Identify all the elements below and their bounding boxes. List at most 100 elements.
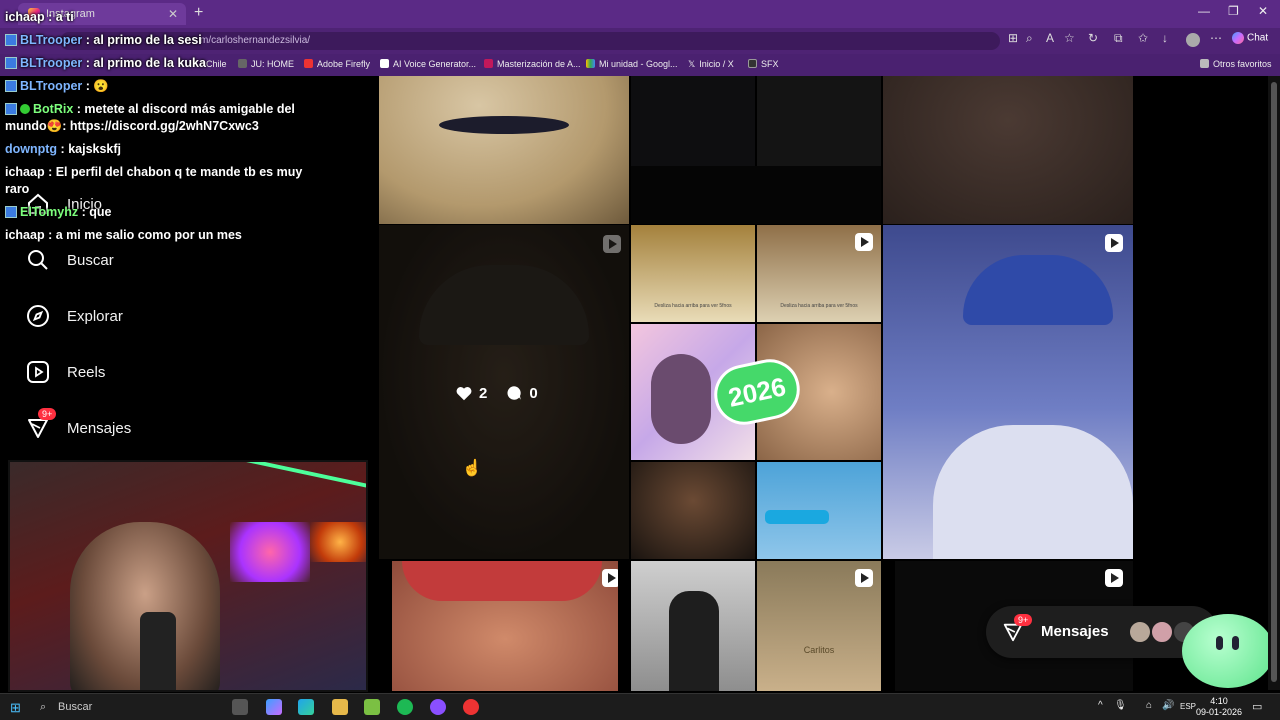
reel-icon	[602, 569, 618, 587]
copilot-icon[interactable]	[266, 699, 282, 715]
eye	[1232, 636, 1239, 650]
reel-tile[interactable]	[392, 561, 618, 691]
task-view-icon[interactable]	[232, 699, 248, 715]
compass-icon	[27, 305, 49, 327]
chat-text: a mi me salio como por un mes	[55, 228, 242, 242]
chat-username: ElTomyhz	[20, 205, 79, 219]
folder-icon	[748, 59, 757, 68]
sidebar-item-reels[interactable]: Reels	[26, 358, 105, 386]
spotify-icon[interactable]	[397, 699, 413, 715]
reel-icon	[603, 235, 621, 253]
sweater-shape	[933, 425, 1133, 559]
shirt-text: Carlitos	[803, 645, 835, 655]
reel-tile[interactable]	[883, 225, 1133, 559]
comment-icon	[507, 386, 522, 400]
chat-text: 😮	[93, 79, 109, 93]
bookmark-item[interactable]: 𝕏 Inicio / X	[688, 59, 734, 70]
discord-icon[interactable]	[430, 699, 446, 715]
chat-message: BotRix : metete al discord más amigable …	[5, 102, 295, 133]
fireplace-glow	[310, 522, 366, 562]
sidebar-item-buscar[interactable]: Buscar	[26, 246, 114, 274]
chat-text: al primo de la kuka	[93, 56, 206, 70]
sidebar-item-mensajes[interactable]: 9+ Mensajes	[26, 408, 131, 442]
sidebar-item-explorar[interactable]: Explorar	[26, 302, 123, 330]
post-tile[interactable]	[379, 76, 629, 224]
heart-icon	[456, 387, 472, 401]
chat-text: kajskskfj	[68, 142, 122, 156]
zoom-icon[interactable]: ⌕	[1026, 31, 1033, 46]
language-indicator[interactable]: ESP	[1180, 702, 1196, 711]
notification-icon[interactable]: ▭	[1252, 700, 1262, 713]
messages-badge: 9+	[1014, 614, 1033, 626]
chat-username: ichaap	[5, 10, 45, 24]
download-icon[interactable]: ↓	[1162, 31, 1168, 45]
bookmark-label: AI Voice Generator...	[393, 59, 477, 69]
scrollbar-thumb[interactable]	[1271, 82, 1277, 682]
refresh-icon[interactable]: ↻	[1088, 31, 1098, 45]
post-tile[interactable]	[631, 76, 755, 166]
bookmark-item[interactable]: Masterización de A...	[484, 59, 581, 69]
split-screen-icon[interactable]: ⧉	[1114, 31, 1123, 46]
likes-count: 2	[479, 384, 488, 402]
tray-chevron-icon[interactable]: ^	[1098, 700, 1103, 711]
favorites-icon[interactable]: ✩	[1138, 31, 1148, 45]
screen: Instagram ✕ + — ❐ ✕ m/carloshernandezsil…	[0, 0, 1280, 720]
post-tile[interactable]	[631, 462, 755, 559]
reel-tile[interactable]: Desliza hacia arriba para ver 5fnos	[631, 225, 755, 322]
chat-message: BLTrooper : 😮	[0, 75, 316, 98]
chat-message: BLTrooper : al primo de la kuka	[0, 52, 316, 75]
network-icon[interactable]: ⌂	[1146, 700, 1152, 711]
profile-avatar[interactable]	[1186, 33, 1200, 47]
kirby-mascot	[1182, 614, 1274, 688]
taskbar-search-placeholder: Buscar	[58, 701, 93, 713]
reel-icon	[855, 233, 873, 251]
favorite-star-icon[interactable]: ☆	[1064, 31, 1075, 45]
reel-tile[interactable]: Carlitos	[757, 561, 881, 691]
bookmark-item[interactable]: Mi unidad - Googl...	[586, 59, 678, 69]
post-tile[interactable]	[757, 462, 881, 559]
likes-stat: 2	[455, 384, 487, 402]
post-tile[interactable]	[757, 76, 881, 166]
tile-caption: Desliza hacia arriba para ver 5fnos	[780, 303, 858, 309]
other-favorites[interactable]: Otros favoritos	[1200, 59, 1272, 69]
neon-glow	[230, 522, 310, 582]
close-window-icon[interactable]: ✕	[1258, 4, 1268, 18]
windows-taskbar: ⊞ ⌕ Buscar ^ 🎙 ⌂ 🔊 ESP 4:10 09-01-2026 ▭	[0, 693, 1280, 720]
taskbar-search[interactable]: ⌕ Buscar	[34, 698, 164, 717]
post-tile[interactable]	[631, 561, 755, 691]
sunglasses-shape	[765, 510, 829, 524]
more-menu-icon[interactable]: ⋯	[1210, 31, 1222, 45]
file-explorer-icon[interactable]	[332, 699, 348, 715]
restore-icon[interactable]: ❐	[1228, 4, 1239, 18]
copilot-chat-button[interactable]: Chat	[1232, 32, 1268, 44]
chat-username: ichaap	[5, 165, 45, 179]
search-icon	[28, 250, 48, 270]
couple-figure	[651, 354, 711, 444]
avatar	[1128, 620, 1152, 644]
messages-label: Mensajes	[1041, 623, 1109, 640]
copilot-icon	[1232, 32, 1244, 44]
post-tile[interactable]	[631, 166, 881, 224]
sidebar-item-label: Buscar	[67, 251, 114, 269]
chat-username: BLTrooper	[20, 56, 83, 70]
bookmark-label: Mi unidad - Googl...	[599, 59, 678, 69]
bookmark-item[interactable]: AI Voice Generator...	[380, 59, 476, 69]
volume-icon[interactable]: 🔊	[1162, 700, 1174, 711]
chat-username: downptg	[5, 142, 58, 156]
edge-icon[interactable]	[298, 699, 314, 715]
bookmark-item[interactable]: SFX	[748, 59, 779, 69]
app-icon[interactable]	[463, 699, 479, 715]
bookmark-icon	[380, 59, 389, 68]
chat-message: ElTomyhz : que	[0, 201, 316, 224]
taskbar-clock[interactable]: 4:10 09-01-2026	[1196, 696, 1242, 718]
read-aloud-icon[interactable]: A	[1046, 31, 1054, 45]
windows-start-icon[interactable]: ⊞	[10, 700, 21, 716]
microphone-icon[interactable]: 🎙	[1114, 700, 1127, 711]
messages-badge: 9+	[38, 408, 57, 420]
reel-tile[interactable]: Desliza hacia arriba para ver 5fnos	[757, 225, 881, 322]
page-scrollbar[interactable]	[1268, 76, 1280, 690]
app-icon[interactable]: ⊞	[1008, 31, 1018, 45]
app-icon[interactable]	[364, 699, 380, 715]
minimize-icon[interactable]: —	[1198, 4, 1210, 18]
post-tile[interactable]	[883, 76, 1133, 224]
